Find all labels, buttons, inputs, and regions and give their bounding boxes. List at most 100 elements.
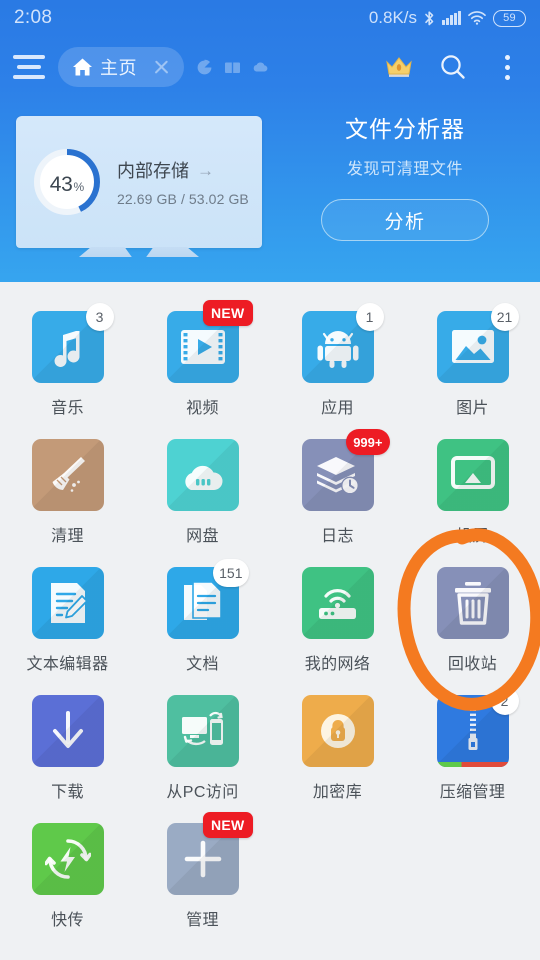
badge: NEW: [202, 812, 253, 838]
badge: 151: [213, 559, 249, 587]
app-tile-label: 快传: [51, 912, 84, 929]
battery-indicator: 59: [493, 9, 526, 27]
analyzer-subtitle: 发现可清理文件: [346, 161, 464, 178]
app-tile-wrapper: [31, 567, 104, 639]
app-tile-router-wifi[interactable]: 我的网络: [270, 552, 405, 680]
app-tile-android[interactable]: 1 应用: [270, 296, 405, 424]
app-tile-video-player[interactable]: NEW 视频: [135, 296, 270, 424]
app-tile-label: 下载: [51, 784, 84, 801]
app-tile-label: 我的网络: [304, 656, 371, 673]
analyze-button[interactable]: 分析: [321, 199, 489, 241]
app-tile-wrapper: 151: [166, 559, 249, 639]
broom-icon: [31, 439, 104, 511]
app-tile-wrapper: NEW: [166, 300, 253, 383]
app-tile-pc-to-phone[interactable]: 从PC访问: [135, 680, 270, 808]
tab-strip: 主页: [58, 47, 374, 87]
analyzer-title: 文件分析器: [345, 116, 465, 142]
top-toolbar: 主页: [0, 40, 540, 94]
app-tile-log-stack[interactable]: 999+ 日志: [270, 424, 405, 552]
book-icon[interactable]: [224, 59, 241, 76]
storage-title: 内部存储: [117, 161, 189, 181]
storage-percent-symbol: %: [73, 180, 85, 194]
app-tile-broom[interactable]: 清理: [0, 424, 135, 552]
app-tile-wrapper: 21: [436, 303, 519, 383]
cloud-icon[interactable]: [252, 59, 269, 76]
app-tile-wrapper: [436, 567, 509, 639]
app-tile-wrapper: 1: [301, 303, 384, 383]
app-tile-add-plus[interactable]: NEW 管理: [135, 808, 270, 936]
search-icon[interactable]: [428, 42, 478, 92]
storage-ring: 43 %: [30, 145, 104, 219]
storage-card[interactable]: 43 % 内部存储 → 22.69 GB / 53.02 GB: [16, 116, 262, 248]
app-tile-text-editor[interactable]: 文本编辑器: [0, 552, 135, 680]
app-tile-lock-vault[interactable]: 加密库: [270, 680, 405, 808]
text-editor-icon: [31, 567, 104, 639]
app-tile-label: 加密库: [312, 784, 363, 801]
app-tile-label: 图片: [456, 400, 489, 417]
app-tile-cloud-drive[interactable]: 网盘: [135, 424, 270, 552]
inactive-tabs: [196, 59, 269, 76]
toolbar-actions: [374, 42, 540, 92]
app-tile-trash-bin[interactable]: 回收站: [405, 552, 540, 680]
app-tile-wrapper: [436, 439, 509, 511]
app-tile-wrapper: [166, 695, 239, 767]
fast-transfer-icon: [31, 823, 104, 895]
tab-home[interactable]: 主页: [58, 47, 184, 87]
badge: 21: [490, 303, 519, 331]
app-tile-label: 清理: [51, 528, 84, 545]
cast-screen-icon: [436, 439, 509, 511]
app-tile-label: 回收站: [447, 656, 498, 673]
app-tile-wrapper: 999+: [301, 429, 390, 511]
app-grid: 3 音乐 NEW 视频 1 应用 21 图片 清理 网盘 999+ 日志 投屏 …: [0, 282, 540, 960]
pc-to-phone-icon: [166, 695, 239, 767]
app-tile-label: 压缩管理: [439, 784, 506, 801]
file-analyzer-panel: 文件分析器 发现可清理文件 分析: [286, 110, 524, 241]
wifi-icon: [468, 11, 486, 25]
storage-percent-value: 43: [49, 173, 73, 196]
bluetooth-icon: [424, 10, 435, 27]
tab-home-label: 主页: [100, 58, 137, 78]
trash-bin-icon: [436, 567, 509, 639]
app-tile-image[interactable]: 21 图片: [405, 296, 540, 424]
network-speed-text: 0.8K/s: [368, 8, 418, 27]
app-tile-wrapper: [301, 695, 374, 767]
cellular-signal-icon: [442, 11, 461, 25]
home-icon: [72, 57, 93, 77]
status-time: 2:08: [14, 7, 53, 28]
app-tile-wrapper: [301, 567, 374, 639]
app-tile-label: 应用: [321, 400, 354, 417]
router-wifi-icon: [301, 567, 374, 639]
crown-icon[interactable]: [374, 42, 424, 92]
app-tile-wrapper: [31, 823, 104, 895]
badge: 3: [85, 303, 114, 331]
app-tile-download-arrow[interactable]: 下载: [0, 680, 135, 808]
badge: 999+: [346, 429, 390, 455]
app-tile-music-note[interactable]: 3 音乐: [0, 296, 135, 424]
app-tile-label: 视频: [186, 400, 219, 417]
app-tile-fast-transfer[interactable]: 快传: [0, 808, 135, 936]
app-tile-wrapper: 3: [31, 303, 114, 383]
pie-chart-icon[interactable]: [196, 59, 213, 76]
app-tile-wrapper: [166, 439, 239, 511]
app-tile-label: 管理: [186, 912, 219, 929]
download-arrow-icon: [31, 695, 104, 767]
storage-usage: 22.69 GB / 53.02 GB: [117, 191, 249, 207]
app-tile-label: 文本编辑器: [26, 656, 109, 673]
app-tile-cast-screen[interactable]: 投屏: [405, 424, 540, 552]
close-icon[interactable]: [144, 50, 178, 84]
lock-vault-icon: [301, 695, 374, 767]
app-tile-wrapper: [31, 439, 104, 511]
app-tile-wrapper: [31, 695, 104, 767]
app-tile-wrapper: NEW: [166, 812, 253, 895]
badge: NEW: [202, 300, 253, 326]
status-indicators: 0.8K/s 59: [369, 8, 526, 28]
more-vertical-icon[interactable]: [482, 42, 532, 92]
app-tile-wrapper: 2: [436, 687, 519, 767]
app-tile-document[interactable]: 151 文档: [135, 552, 270, 680]
app-tile-label: 文档: [186, 656, 219, 673]
app-header: 2:08 0.8K/s 59 主页 43 % 内部存储 → 22.69 GB /…: [0, 0, 540, 282]
hamburger-menu-icon[interactable]: [0, 40, 58, 94]
badge: 1: [355, 303, 384, 331]
status-bar: 2:08 0.8K/s 59: [0, 0, 540, 36]
app-tile-zip-archive[interactable]: 2 压缩管理: [405, 680, 540, 808]
